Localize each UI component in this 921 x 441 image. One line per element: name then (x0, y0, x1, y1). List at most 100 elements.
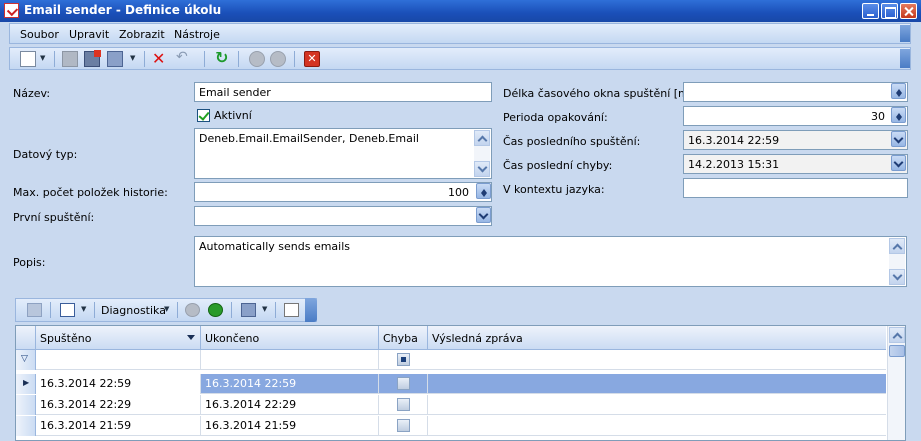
cas-posledniho-label: Čas posledního spuštění: (503, 135, 641, 148)
cell-spusteno[interactable]: 16.3.2014 22:29 (36, 395, 201, 415)
close-red-icon[interactable]: ✕ (304, 51, 320, 67)
column-label: Ukončeno (205, 332, 260, 345)
app-icon (4, 3, 19, 18)
grid-view-icon[interactable] (27, 303, 42, 317)
layout-icon[interactable] (60, 303, 75, 317)
scroll-thumb[interactable] (889, 345, 905, 357)
popis-label: Popis: (13, 256, 46, 269)
cell-ukonceno[interactable]: 16.3.2014 21:59 (201, 416, 379, 436)
print-icon[interactable] (241, 303, 256, 317)
grid-toolbar-grip[interactable] (305, 298, 317, 322)
scroll-up-icon[interactable] (474, 130, 490, 146)
datovy-typ-field[interactable]: Deneb.Email.EmailSender, Deneb.Email (194, 128, 492, 179)
table-row[interactable]: ▶ 16.3.2014 22:59 16.3.2014 22:59 (16, 374, 886, 394)
save-icon[interactable] (62, 51, 78, 67)
cell-spusteno[interactable]: 16.3.2014 22:59 (36, 374, 201, 394)
datovy-typ-value: Deneb.Email.EmailSender, Deneb.Email (199, 132, 419, 145)
row-indicator (16, 395, 36, 415)
column-header-vysledna-zprava[interactable]: Výsledná zpráva (428, 326, 886, 350)
prvni-spusteni-dropdown-icon[interactable] (476, 207, 491, 223)
row-indicator (16, 416, 36, 436)
cas-posledniho-input[interactable]: 16.3.2014 22:59 (683, 130, 908, 150)
chyba-checkbox[interactable] (397, 398, 410, 411)
scroll-down-icon[interactable] (474, 161, 490, 177)
chyba-checkbox[interactable] (397, 419, 410, 432)
popis-scrollbar[interactable] (889, 238, 905, 285)
delka-input[interactable] (683, 82, 908, 102)
scroll-up-icon[interactable] (889, 327, 905, 343)
kontext-label: V kontextu jazyka: (503, 183, 605, 196)
menu-grip (900, 25, 910, 42)
delete-icon[interactable]: ✕ (152, 49, 168, 68)
filter-cell[interactable] (36, 350, 201, 370)
find-icon[interactable] (284, 303, 299, 317)
close-window-button[interactable] (900, 3, 917, 19)
aktivni-checkbox[interactable] (197, 109, 210, 122)
menu-soubor[interactable]: Soubor (20, 28, 59, 41)
diagnostika-button[interactable]: Diagnostika (101, 304, 166, 317)
chevron-down-icon[interactable]: ▼ (164, 305, 169, 313)
kontext-input[interactable] (683, 178, 908, 198)
move-up-icon[interactable] (249, 51, 265, 67)
column-header-ukonceno[interactable]: Ukončeno (201, 326, 379, 350)
chyba-checkbox[interactable] (397, 377, 410, 390)
perioda-input[interactable]: 30 (683, 106, 908, 126)
max-pocet-input[interactable]: 100 (194, 182, 492, 202)
cas-posledniho-dropdown-icon[interactable] (891, 131, 906, 147)
scroll-up-icon[interactable] (889, 238, 905, 254)
new-document-icon[interactable] (20, 51, 36, 67)
refresh-icon[interactable]: ↻ (215, 48, 231, 67)
save-close-icon[interactable] (84, 50, 101, 67)
toolbar-separator (144, 51, 145, 67)
filter-cell[interactable] (201, 350, 379, 370)
arrow-down-icon[interactable] (208, 303, 223, 317)
column-label: Výsledná zpráva (432, 332, 523, 345)
scroll-down-icon[interactable] (889, 269, 905, 285)
menu-upravit[interactable]: Upravit (69, 28, 109, 41)
arrow-up-icon[interactable] (185, 303, 200, 317)
menu-zobrazit[interactable]: Zobrazit (119, 28, 165, 41)
maximize-button[interactable] (881, 3, 898, 19)
delka-spinner[interactable] (891, 83, 906, 99)
toolbar-separator (294, 51, 295, 67)
toolbar-separator (54, 51, 55, 67)
filter-row[interactable]: ▽ (16, 350, 886, 370)
max-pocet-spinner[interactable] (476, 183, 491, 199)
menu-nastroje[interactable]: Nástroje (174, 28, 220, 41)
perioda-spinner[interactable] (891, 107, 906, 123)
cell-ukonceno[interactable]: 16.3.2014 22:59 (201, 374, 379, 394)
perioda-label: Perioda opakování: (503, 111, 608, 124)
toolbar-separator (275, 302, 276, 318)
cell-ukonceno[interactable]: 16.3.2014 22:29 (201, 395, 379, 415)
cas-chyby-label: Čas poslední chyby: (503, 159, 613, 172)
table-row[interactable]: 16.3.2014 21:59 16.3.2014 21:59 (16, 416, 886, 436)
chevron-down-icon[interactable]: ▼ (40, 54, 47, 70)
column-header-chyba[interactable]: Chyba (379, 326, 428, 350)
minimize-button[interactable] (862, 3, 879, 19)
popis-textarea[interactable]: Automatically sends emails (194, 236, 907, 287)
chevron-down-icon[interactable]: ▼ (81, 305, 86, 313)
table-row[interactable]: 16.3.2014 22:29 16.3.2014 22:29 (16, 395, 886, 415)
chevron-down-icon[interactable]: ▼ (262, 305, 267, 313)
move-down-icon[interactable] (270, 51, 286, 67)
delka-label: Délka časového okna spuštění [min]: (503, 87, 707, 100)
cell-zprava[interactable] (428, 416, 886, 436)
grid-scrollbar[interactable] (887, 326, 905, 440)
cas-chyby-input[interactable]: 14.2.2013 15:31 (683, 154, 908, 174)
nazev-input[interactable]: Email sender (194, 82, 492, 102)
cell-zprava[interactable] (428, 395, 886, 415)
chevron-down-icon[interactable]: ▼ (130, 54, 137, 70)
cas-chyby-dropdown-icon[interactable] (891, 155, 906, 171)
window-title: Email sender - Definice úkolu (24, 3, 222, 17)
aktivni-label: Aktivní (214, 109, 252, 122)
cell-zprava[interactable] (428, 374, 886, 394)
column-header-spusteno[interactable]: Spuštěno (36, 326, 201, 350)
undo-icon[interactable]: ↶ (176, 49, 192, 65)
prvni-spusteni-input[interactable] (194, 206, 492, 226)
sort-desc-icon[interactable] (187, 335, 195, 344)
datovy-typ-scrollbar[interactable] (474, 130, 490, 177)
copy-icon[interactable] (107, 51, 123, 67)
cell-spusteno[interactable]: 16.3.2014 21:59 (36, 416, 201, 436)
toolbar-separator (50, 302, 51, 318)
filter-checkbox[interactable] (397, 353, 410, 366)
